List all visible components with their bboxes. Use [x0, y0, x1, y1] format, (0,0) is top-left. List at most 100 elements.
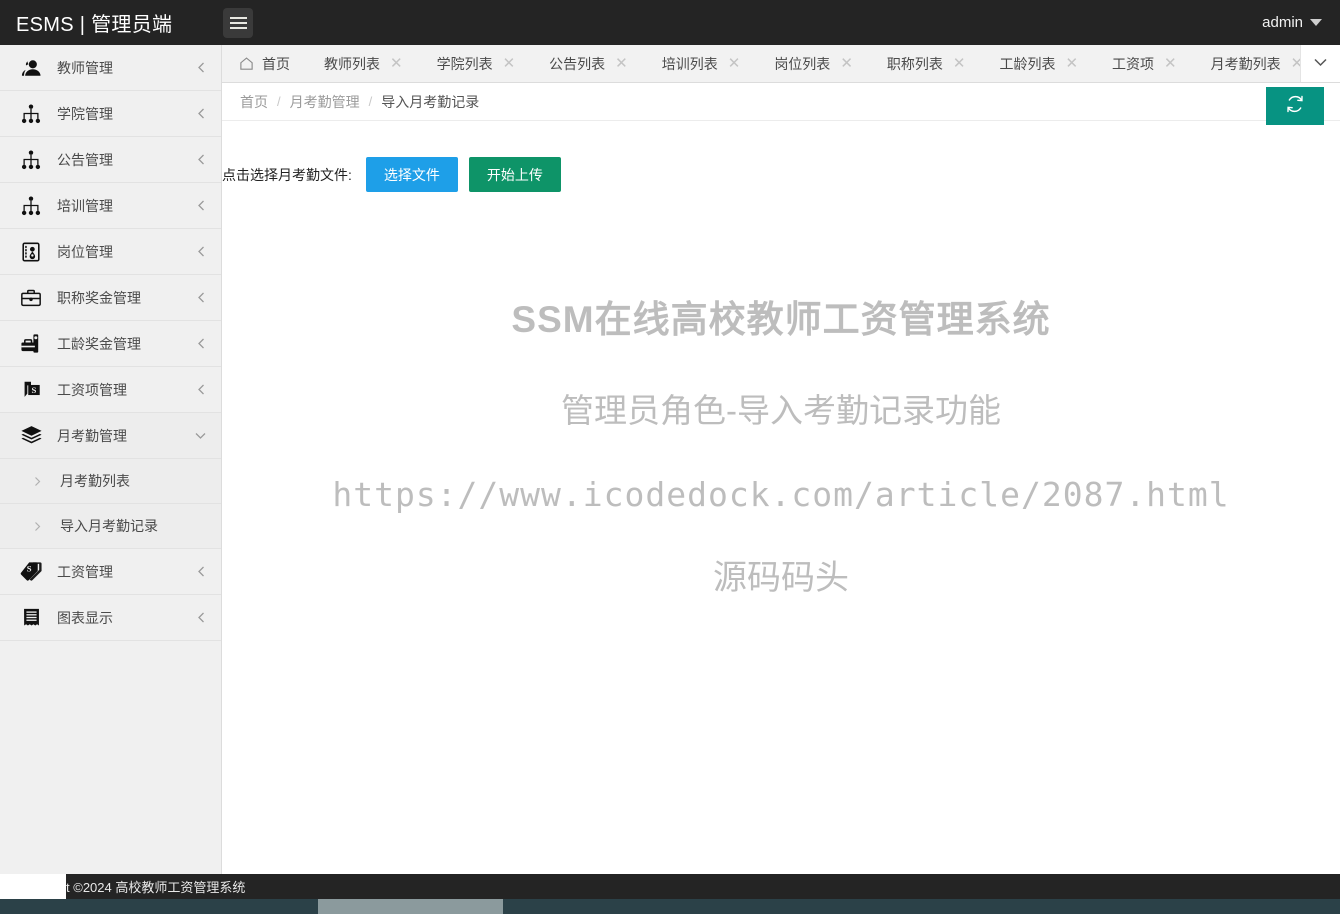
- tab-position-list[interactable]: 岗位列表 ✕: [757, 45, 870, 82]
- sidebar-item-chart[interactable]: 图表显示: [0, 595, 221, 641]
- sidebar-item-salary-item[interactable]: S 工资项管理: [0, 367, 221, 413]
- close-icon[interactable]: ✕: [953, 56, 966, 71]
- top-bar: ESMS | 管理员端 admin: [0, 0, 1340, 45]
- watermark-line-1: SSM在线高校教师工资管理系统: [511, 299, 1051, 340]
- watermark-line-2: 管理员角色-导入考勤记录功能: [561, 391, 1001, 429]
- sidebar-item-title-bonus[interactable]: 职称奖金管理: [0, 275, 221, 321]
- user-menu-label: admin: [1262, 14, 1303, 31]
- sidebar-item-college[interactable]: 学院管理: [0, 91, 221, 137]
- refresh-button[interactable]: [1266, 87, 1324, 125]
- sidebar-item-attendance[interactable]: 月考勤管理: [0, 413, 221, 459]
- sidebar-item-label: 图表显示: [57, 609, 113, 626]
- tab-label: 公告列表: [549, 55, 606, 72]
- chevron-left-icon: [196, 291, 207, 304]
- hamburger-line: [229, 16, 247, 19]
- breadcrumb-separator: /: [368, 94, 373, 109]
- tab-label: 工资项: [1112, 55, 1155, 72]
- select-file-button[interactable]: 选择文件: [365, 157, 458, 192]
- scrollbar-track-left[interactable]: [0, 899, 318, 914]
- breadcrumb-separator: /: [277, 94, 281, 109]
- tab-label: 首页: [262, 55, 290, 72]
- watermark: SSM在线高校教师工资管理系统 管理员角色-导入考勤记录功能 https://w…: [222, 299, 1340, 598]
- tab-overflow-button[interactable]: [1300, 45, 1340, 82]
- receipt-icon: [18, 605, 44, 631]
- sidebar-item-label: 教师管理: [57, 59, 113, 76]
- sidebar-subitem-label: 月考勤列表: [60, 473, 130, 489]
- sidebar-item-label: 岗位管理: [57, 243, 113, 260]
- breadcrumb-item-current: 导入月考勤记录: [381, 93, 480, 110]
- upload-label: 点击选择月考勤文件:: [222, 166, 352, 183]
- sidebar-item-seniority-bonus[interactable]: 工龄奖金管理: [0, 321, 221, 367]
- sidebar-item-label: 月考勤管理: [57, 427, 127, 444]
- refresh-icon: [1285, 94, 1305, 119]
- sidebar-item-label: 工龄奖金管理: [57, 335, 141, 352]
- app-brand: ESMS | 管理员端: [16, 14, 173, 36]
- tab-label: 教师列表: [324, 55, 380, 72]
- sidebar-item-training[interactable]: 培训管理: [0, 183, 221, 229]
- close-icon[interactable]: ✕: [840, 56, 853, 71]
- close-icon[interactable]: ✕: [503, 56, 516, 71]
- breadcrumb-item-attendance[interactable]: 月考勤管理: [290, 92, 360, 112]
- toolbox-icon: [18, 331, 44, 357]
- chevron-left-icon: [196, 337, 207, 350]
- sidebar-item-label: 培训管理: [57, 197, 113, 214]
- tab-training-list[interactable]: 培训列表 ✕: [645, 45, 758, 82]
- tab-announcement-list[interactable]: 公告列表 ✕: [532, 45, 645, 82]
- chevron-left-icon: [196, 565, 207, 578]
- sidebar: 教师管理 学院管理 公告管理 培训管理 岗位管理 职称奖金管理 工龄奖金管理 S…: [0, 45, 222, 874]
- chevron-left-icon: [196, 245, 207, 258]
- sidebar-item-salary[interactable]: S 工资管理: [0, 549, 221, 595]
- sidebar-item-label: 职称奖金管理: [57, 289, 141, 306]
- content-area: 首页 教师列表 ✕ 学院列表 ✕ 公告列表 ✕ 培训列表 ✕ 岗位列表 ✕ 职称…: [222, 45, 1340, 874]
- sidebar-item-label: 工资管理: [57, 563, 113, 580]
- breadcrumb: 首页 / 月考勤管理 / 导入月考勤记录: [222, 83, 1340, 125]
- hamburger-line: [229, 26, 247, 29]
- tab-college-list[interactable]: 学院列表 ✕: [420, 45, 533, 82]
- hamburger-line: [229, 21, 247, 24]
- close-icon[interactable]: ✕: [615, 56, 628, 71]
- sitemap-icon: [18, 101, 44, 127]
- tab-title-list[interactable]: 职称列表 ✕: [870, 45, 983, 82]
- start-upload-button[interactable]: 开始上传: [468, 157, 561, 192]
- id-badge-icon: [18, 239, 44, 265]
- watermark-line-3: https://www.icodedock.com/article/2087.h…: [332, 474, 1230, 514]
- sitemap-icon: [18, 193, 44, 219]
- breadcrumb-item-home[interactable]: 首页: [240, 92, 268, 112]
- sidebar-subitem-import-attendance[interactable]: 导入月考勤记录: [0, 504, 221, 549]
- chevron-left-icon: [196, 199, 207, 212]
- sidebar-subitem-attendance-list[interactable]: 月考勤列表: [0, 459, 221, 504]
- scrollbar-track-right[interactable]: [503, 899, 1340, 914]
- close-icon[interactable]: ✕: [1065, 56, 1078, 71]
- tab-label: 职称列表: [886, 55, 943, 72]
- chevron-left-icon: [196, 611, 207, 624]
- tab-teacher-list[interactable]: 教师列表 ✕: [307, 45, 420, 82]
- close-icon[interactable]: ✕: [1164, 56, 1177, 71]
- sidebar-item-position[interactable]: 岗位管理: [0, 229, 221, 275]
- tab-salary-item[interactable]: 工资项 ✕: [1095, 45, 1194, 82]
- horizontal-scrollbar[interactable]: [0, 899, 1340, 914]
- chevron-down-icon: [1312, 55, 1329, 73]
- chevron-right-icon: [30, 476, 44, 487]
- close-icon[interactable]: ✕: [728, 56, 741, 71]
- chevron-left-icon: [196, 107, 207, 120]
- tags-icon: S: [18, 559, 44, 585]
- scrollbar-thumb[interactable]: [318, 899, 503, 914]
- chevron-down-icon: [194, 430, 207, 441]
- tab-seniority-list[interactable]: 工龄列表 ✕: [982, 45, 1095, 82]
- tab-home[interactable]: 首页: [222, 45, 307, 82]
- briefcase-icon: [18, 285, 44, 311]
- users-icon: [18, 55, 44, 81]
- chevron-left-icon: [196, 153, 207, 166]
- tab-label: 岗位列表: [774, 55, 831, 72]
- watermark-line-4: 源码码头: [713, 559, 849, 598]
- sidebar-item-label: 工资项管理: [57, 381, 127, 398]
- footer-left-corner: [0, 874, 66, 899]
- sidebar-item-teacher[interactable]: 教师管理: [0, 45, 221, 91]
- user-menu[interactable]: admin: [1262, 14, 1340, 31]
- close-icon[interactable]: ✕: [390, 56, 403, 71]
- tab-label: 学院列表: [436, 55, 493, 72]
- sidebar-item-announcement[interactable]: 公告管理: [0, 137, 221, 183]
- svg-text:S: S: [32, 384, 37, 394]
- hamburger-icon[interactable]: [223, 7, 253, 38]
- tab-label: 月考勤列表: [1210, 55, 1281, 72]
